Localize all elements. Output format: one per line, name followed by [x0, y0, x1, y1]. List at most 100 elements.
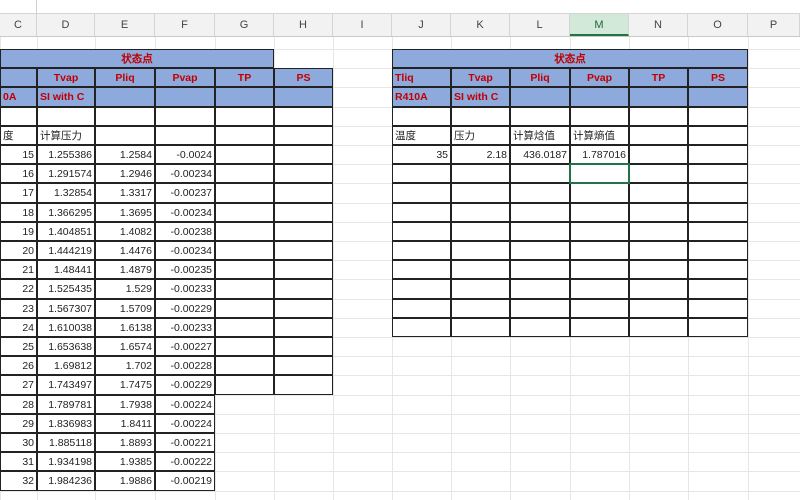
right-refrigerant[interactable]: R410A [392, 87, 451, 107]
left-data-cell[interactable]: 1.3695 [95, 202, 155, 222]
left-header-blank[interactable] [155, 87, 215, 107]
right-blank-cell[interactable] [392, 202, 451, 222]
left-data-cell[interactable]: 28 [0, 394, 37, 414]
left-blank-cell[interactable] [274, 202, 333, 222]
left-header-blank[interactable] [95, 87, 155, 107]
left-blank-cell[interactable] [215, 106, 274, 126]
left-data-cell[interactable]: 1.529 [95, 279, 155, 299]
left-data-cell[interactable]: 1.255386 [37, 145, 95, 165]
left-blank-cell[interactable] [155, 125, 215, 145]
column-header-g[interactable]: G [215, 14, 274, 36]
left-data-cell[interactable]: -0.00222 [155, 452, 215, 472]
right-blank-cell[interactable] [688, 221, 748, 241]
left-blank-cell[interactable] [215, 260, 274, 280]
left-data-cell[interactable]: -0.00233 [155, 317, 215, 337]
left-data-cell[interactable]: 15 [0, 145, 37, 165]
left-data-cell[interactable]: 19 [0, 221, 37, 241]
left-header-blank[interactable] [215, 87, 274, 107]
right-blank-cell[interactable] [688, 145, 748, 165]
left-data-cell[interactable]: 1.984236 [37, 471, 95, 491]
left-data-cell[interactable]: 1.525435 [37, 279, 95, 299]
left-data-cell[interactable]: 1.702 [95, 356, 155, 376]
left-blank-cell[interactable] [0, 106, 37, 126]
right-blank-cell[interactable] [629, 202, 688, 222]
right-blank-cell[interactable] [688, 125, 748, 145]
active-cell-selection[interactable] [569, 163, 630, 185]
left-blank-cell[interactable] [274, 298, 333, 318]
left-blank-cell[interactable] [215, 221, 274, 241]
left-data-cell[interactable]: 1.9886 [95, 471, 155, 491]
left-data-cell[interactable]: 30 [0, 433, 37, 453]
left-data-cell[interactable]: -0.00224 [155, 394, 215, 414]
left-blank-cell[interactable] [274, 356, 333, 376]
left-blank-cell[interactable] [274, 145, 333, 165]
right-blank-cell[interactable] [629, 260, 688, 280]
right-blank-cell[interactable] [629, 279, 688, 299]
right-value-cell[interactable]: 2.18 [451, 145, 510, 165]
right-blank-cell[interactable] [570, 260, 629, 280]
right-blank-cell[interactable] [451, 317, 510, 337]
right-blank-cell[interactable] [392, 279, 451, 299]
right-label-cell[interactable]: 压力 [451, 125, 510, 145]
right-blank-cell[interactable] [510, 183, 570, 203]
left-data-cell[interactable]: 1.4476 [95, 241, 155, 261]
right-blank-cell[interactable] [629, 241, 688, 261]
left-data-cell[interactable]: 20 [0, 241, 37, 261]
right-header-pvap[interactable]: Pvap [570, 68, 629, 88]
right-header-ps[interactable]: PS [688, 68, 748, 88]
left-data-cell[interactable]: -0.00234 [155, 202, 215, 222]
left-data-cell[interactable]: 1.291574 [37, 164, 95, 184]
right-blank-cell[interactable] [451, 241, 510, 261]
right-blank-cell[interactable] [570, 279, 629, 299]
left-data-cell[interactable]: 1.32854 [37, 183, 95, 203]
right-blank-cell[interactable] [451, 221, 510, 241]
right-blank-cell[interactable] [629, 183, 688, 203]
right-header-blank[interactable] [570, 87, 629, 107]
right-blank-cell[interactable] [570, 106, 629, 126]
left-data-cell[interactable]: 1.7475 [95, 375, 155, 395]
left-data-cell[interactable]: 24 [0, 317, 37, 337]
right-blank-cell[interactable] [688, 298, 748, 318]
right-blank-cell[interactable] [688, 202, 748, 222]
right-blank-cell[interactable] [451, 202, 510, 222]
right-title-cell[interactable]: 状态点 [392, 49, 748, 69]
column-header-i[interactable]: I [333, 14, 392, 36]
left-data-cell[interactable]: -0.00229 [155, 298, 215, 318]
column-header-o[interactable]: O [688, 14, 748, 36]
left-data-cell[interactable]: 1.5709 [95, 298, 155, 318]
right-header-blank[interactable] [688, 87, 748, 107]
left-header-c[interactable] [0, 68, 37, 88]
left-blank-cell[interactable] [155, 106, 215, 126]
right-blank-cell[interactable] [570, 241, 629, 261]
right-blank-cell[interactable] [629, 221, 688, 241]
left-data-cell[interactable]: -0.00224 [155, 413, 215, 433]
column-header-d[interactable]: D [37, 14, 95, 36]
right-blank-cell[interactable] [510, 106, 570, 126]
left-blank-cell[interactable] [215, 337, 274, 357]
left-data-cell[interactable]: 1.48441 [37, 260, 95, 280]
left-blank-cell[interactable] [215, 145, 274, 165]
right-blank-cell[interactable] [570, 183, 629, 203]
left-label-calc-pressure[interactable]: 计算压力 [37, 125, 95, 145]
left-data-cell[interactable]: 1.836983 [37, 413, 95, 433]
left-data-cell[interactable]: -0.0024 [155, 145, 215, 165]
column-header-m[interactable]: M [570, 14, 629, 36]
left-blank-cell[interactable] [274, 279, 333, 299]
left-data-cell[interactable]: 1.567307 [37, 298, 95, 318]
left-data-cell[interactable]: 1.3317 [95, 183, 155, 203]
left-blank-cell[interactable] [274, 164, 333, 184]
right-blank-cell[interactable] [629, 317, 688, 337]
right-header-blank[interactable] [510, 87, 570, 107]
left-data-cell[interactable]: -0.00237 [155, 183, 215, 203]
column-header-c[interactable]: C [0, 14, 37, 36]
column-header-p[interactable]: P [748, 14, 800, 36]
right-blank-cell[interactable] [629, 164, 688, 184]
left-data-cell[interactable]: 1.789781 [37, 394, 95, 414]
right-blank-cell[interactable] [629, 298, 688, 318]
worksheet-grid[interactable]: 状态点 Tvap Pliq Pvap TP PS 0A SI with C 度计算压力 15 1.2… [0, 37, 800, 500]
column-header-f[interactable]: F [155, 14, 215, 36]
right-blank-cell[interactable] [510, 241, 570, 261]
left-header-tp[interactable]: TP [215, 68, 274, 88]
left-data-cell[interactable]: 1.653638 [37, 337, 95, 357]
left-header-tvap[interactable]: Tvap [37, 68, 95, 88]
